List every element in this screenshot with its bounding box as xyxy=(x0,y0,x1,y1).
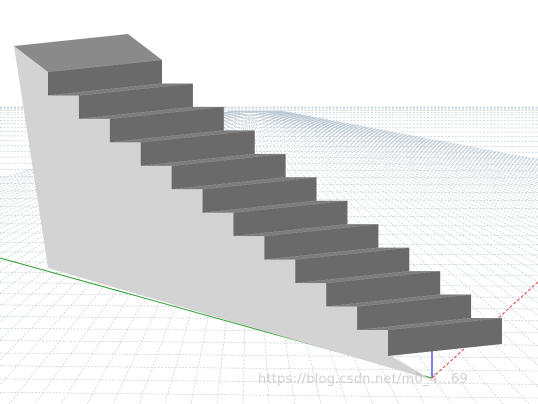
3d-viewport[interactable]: https://blog.csdn.net/m0_4...69 xyxy=(0,0,538,404)
grid-line xyxy=(0,391,538,399)
watermark-text: https://blog.csdn.net/m0_4...69 xyxy=(258,372,468,387)
grid-line xyxy=(0,365,538,372)
grid-line xyxy=(0,352,538,359)
staircase-model[interactable] xyxy=(14,34,502,380)
